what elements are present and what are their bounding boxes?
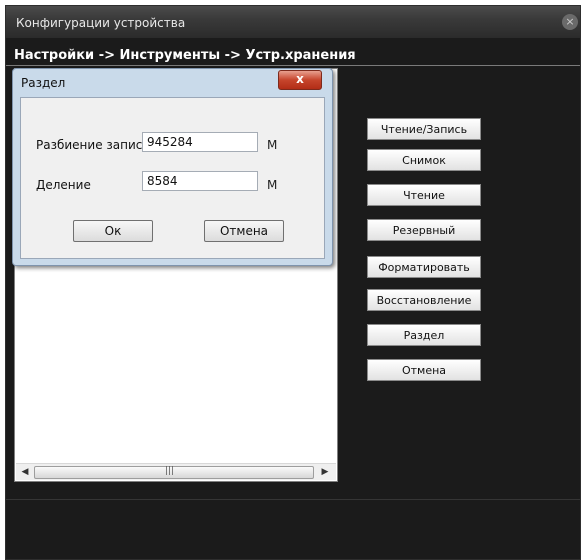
record-partition-unit: M bbox=[267, 138, 278, 152]
window-title: Конфигурации устройства bbox=[16, 16, 186, 30]
partition-button[interactable]: Раздел bbox=[367, 324, 481, 346]
partition-dialog: Раздел x Разбиение записи M Деление M Ок… bbox=[12, 68, 333, 266]
breadcrumb: Настройки -> Инструменты -> Устр.хранени… bbox=[6, 46, 580, 66]
snapshot-button[interactable]: Снимок bbox=[367, 149, 481, 171]
backup-button[interactable]: Резервный bbox=[367, 219, 481, 241]
division-input[interactable] bbox=[142, 171, 258, 191]
dialog-title: Раздел bbox=[21, 76, 66, 90]
read-button[interactable]: Чтение bbox=[367, 184, 481, 206]
scrollbar-thumb[interactable]: ||| bbox=[34, 466, 314, 479]
status-divider bbox=[6, 499, 580, 500]
horizontal-scrollbar[interactable]: ◀ ||| ▶ bbox=[16, 463, 336, 480]
division-label: Деление bbox=[36, 178, 91, 192]
scrollbar-grip-icon: ||| bbox=[165, 466, 175, 476]
dialog-cancel-button[interactable]: Отмена bbox=[204, 220, 284, 242]
record-partition-input[interactable] bbox=[142, 132, 258, 152]
scroll-left-icon[interactable]: ◀ bbox=[18, 466, 32, 478]
cancel-button[interactable]: Отмена bbox=[367, 359, 481, 381]
ok-button[interactable]: Ок bbox=[73, 220, 153, 242]
dialog-close-icon[interactable]: x bbox=[278, 70, 322, 90]
restore-button[interactable]: Восстановление bbox=[367, 289, 481, 311]
title-bar: Конфигурации устройства × bbox=[6, 6, 580, 38]
read-write-button[interactable]: Чтение/Запись bbox=[367, 118, 481, 140]
division-unit: M bbox=[267, 178, 278, 192]
close-icon[interactable]: × bbox=[562, 14, 578, 30]
format-button[interactable]: Форматировать bbox=[367, 256, 481, 278]
record-partition-label: Разбиение записи bbox=[36, 138, 151, 152]
dialog-body: Разбиение записи M Деление M Ок Отмена bbox=[20, 97, 325, 259]
scroll-right-icon[interactable]: ▶ bbox=[318, 466, 332, 478]
